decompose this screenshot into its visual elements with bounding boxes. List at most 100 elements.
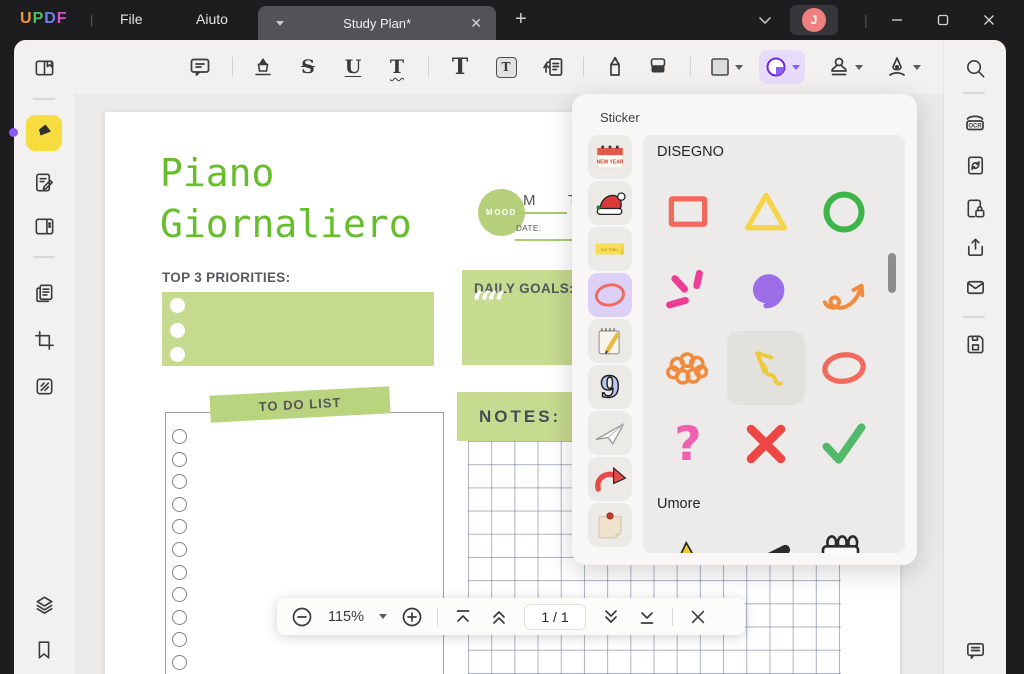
sidebar-item-feedback[interactable] <box>957 632 993 668</box>
logo-letter: F <box>56 10 68 27</box>
panel-scrollbar-thumb[interactable] <box>888 253 896 293</box>
sticker-grid-area[interactable]: DISEGNO ? Umore <box>643 135 905 553</box>
sidebar-item-layers[interactable] <box>26 586 62 622</box>
zoom-out-button[interactable] <box>291 606 313 628</box>
previous-page-button[interactable] <box>488 606 510 628</box>
sticker-yellow-pencil[interactable] <box>649 525 727 553</box>
signature-tool-group[interactable] <box>880 50 926 84</box>
sidebar-item-mail[interactable] <box>957 269 993 305</box>
textbox-icon: T <box>495 56 517 78</box>
menu-file[interactable]: File <box>120 11 143 27</box>
comment-tool[interactable] <box>183 50 217 84</box>
typewriter-icon <box>543 58 563 76</box>
priority-bullet <box>170 347 185 362</box>
sticker-spiral-notebook[interactable] <box>805 525 883 553</box>
sticker-pink-dashes[interactable] <box>649 253 727 327</box>
sticker-purple-spiral[interactable] <box>727 253 805 327</box>
highlight-tool[interactable] <box>246 50 280 84</box>
reader-book-icon <box>35 59 53 76</box>
toolbar-separator <box>428 57 429 77</box>
eraser-tool[interactable] <box>641 50 675 84</box>
page-indicator[interactable]: 1 / 1 <box>524 603 586 630</box>
typewriter-tool[interactable] <box>536 50 570 84</box>
pencil-tool[interactable] <box>598 50 632 84</box>
zoom-toolbar-separator <box>437 607 438 626</box>
tab-dropdown-icon[interactable] <box>276 20 284 26</box>
sticker-category-paper-plane[interactable] <box>588 411 632 455</box>
signature-dropdown-icon[interactable] <box>913 64 921 70</box>
window-close-button[interactable] <box>974 9 1004 31</box>
sidebar-item-ocr[interactable]: OCR <box>957 105 993 141</box>
new-tab-button[interactable]: + <box>515 8 527 31</box>
sticker-dropdown-icon[interactable] <box>792 64 800 70</box>
sticker-panel-title: Sticker <box>600 110 640 125</box>
sticker-zigzag-arrow[interactable] <box>727 331 805 405</box>
sticker-category-santa-hat[interactable] <box>588 181 632 225</box>
sticker-tool-group[interactable] <box>759 50 805 84</box>
section-label-umore: Umore <box>657 496 701 512</box>
text-tool[interactable]: T <box>443 50 477 84</box>
sticker-check-mark[interactable] <box>805 407 883 481</box>
sticker-category-sketch-circle[interactable] <box>588 273 632 317</box>
menu-aiuto[interactable]: Aiuto <box>196 11 228 27</box>
date-underline <box>515 239 573 241</box>
sidebar-item-watermark[interactable] <box>26 368 62 404</box>
sidebar-divider <box>33 98 55 100</box>
close-icon <box>691 610 705 623</box>
document-tab[interactable]: Study Plan* ✕ <box>258 6 496 40</box>
next-page-button[interactable] <box>600 606 622 628</box>
sticker-circle-outline[interactable] <box>805 175 883 249</box>
chevron-down-icon[interactable] <box>758 13 772 31</box>
underline-tool[interactable]: U <box>336 50 370 84</box>
textbox-tool[interactable]: T <box>489 50 523 84</box>
sticker-category-sticky-note[interactable]: TAX TIME! <box>588 227 632 271</box>
sidebar-item-share[interactable] <box>957 229 993 265</box>
sticker-oval-outline[interactable] <box>805 331 883 405</box>
shape-tool-group[interactable] <box>704 50 748 84</box>
sticker-curly-arrow[interactable] <box>805 253 883 327</box>
sidebar-item-crop[interactable] <box>26 322 62 358</box>
sticker-triangle-outline[interactable] <box>727 175 805 249</box>
avatar: J <box>802 8 826 32</box>
sidebar-item-protect[interactable] <box>957 190 993 226</box>
sticker-black-marker[interactable] <box>727 525 805 553</box>
zoom-in-button[interactable] <box>401 606 423 628</box>
first-page-button[interactable] <box>452 606 474 628</box>
shape-dropdown-icon[interactable] <box>735 64 743 70</box>
sticker-category-pinned-note[interactable] <box>588 503 632 547</box>
sidebar-item-convert[interactable] <box>957 147 993 183</box>
sidebar-item-reader[interactable] <box>26 50 62 86</box>
marker-icon <box>35 124 53 142</box>
sidebar-item-pages[interactable] <box>26 275 62 311</box>
sidebar-item-save[interactable] <box>957 325 993 361</box>
sticker-icon <box>766 57 786 77</box>
stamp-tool-group[interactable] <box>822 50 868 84</box>
close-zoom-toolbar-button[interactable] <box>687 606 709 628</box>
zoom-dropdown-icon[interactable] <box>379 614 387 619</box>
tab-close-icon[interactable]: ✕ <box>470 16 482 30</box>
sidebar-item-search[interactable] <box>957 50 993 86</box>
account-button[interactable]: J <box>790 5 838 35</box>
maximize-button[interactable] <box>928 9 958 31</box>
zoom-level[interactable]: 115% <box>327 609 365 625</box>
sidebar-item-comment-active[interactable] <box>26 115 62 151</box>
sidebar-item-organize[interactable] <box>26 208 62 244</box>
sidebar-item-edit[interactable] <box>26 164 62 200</box>
tab-title: Study Plan* <box>343 15 412 31</box>
sticker-cloud-scribble[interactable] <box>649 331 727 405</box>
squiggly-underline-icon: T <box>389 56 405 78</box>
sidebar-item-bookmark[interactable] <box>26 632 62 668</box>
minimize-button[interactable] <box>882 9 912 31</box>
strikethrough-tool[interactable]: S <box>291 50 325 84</box>
stamp-dropdown-icon[interactable] <box>855 64 863 70</box>
sticker-category-curved-arrow[interactable] <box>588 457 632 501</box>
sticker-category-number-nine[interactable]: 9 <box>588 365 632 409</box>
sticker-square-outline[interactable] <box>649 175 727 249</box>
last-page-button[interactable] <box>636 606 658 628</box>
sticker-question-mark[interactable]: ? <box>649 407 727 481</box>
sticker-category-new-year-calendar[interactable]: NEW YEAR <box>588 135 632 179</box>
sticker-x-mark[interactable] <box>727 407 805 481</box>
squiggly-tool[interactable]: T <box>380 50 414 84</box>
sticker-category-notepad[interactable] <box>588 319 632 363</box>
save-floppy-icon <box>966 334 984 353</box>
